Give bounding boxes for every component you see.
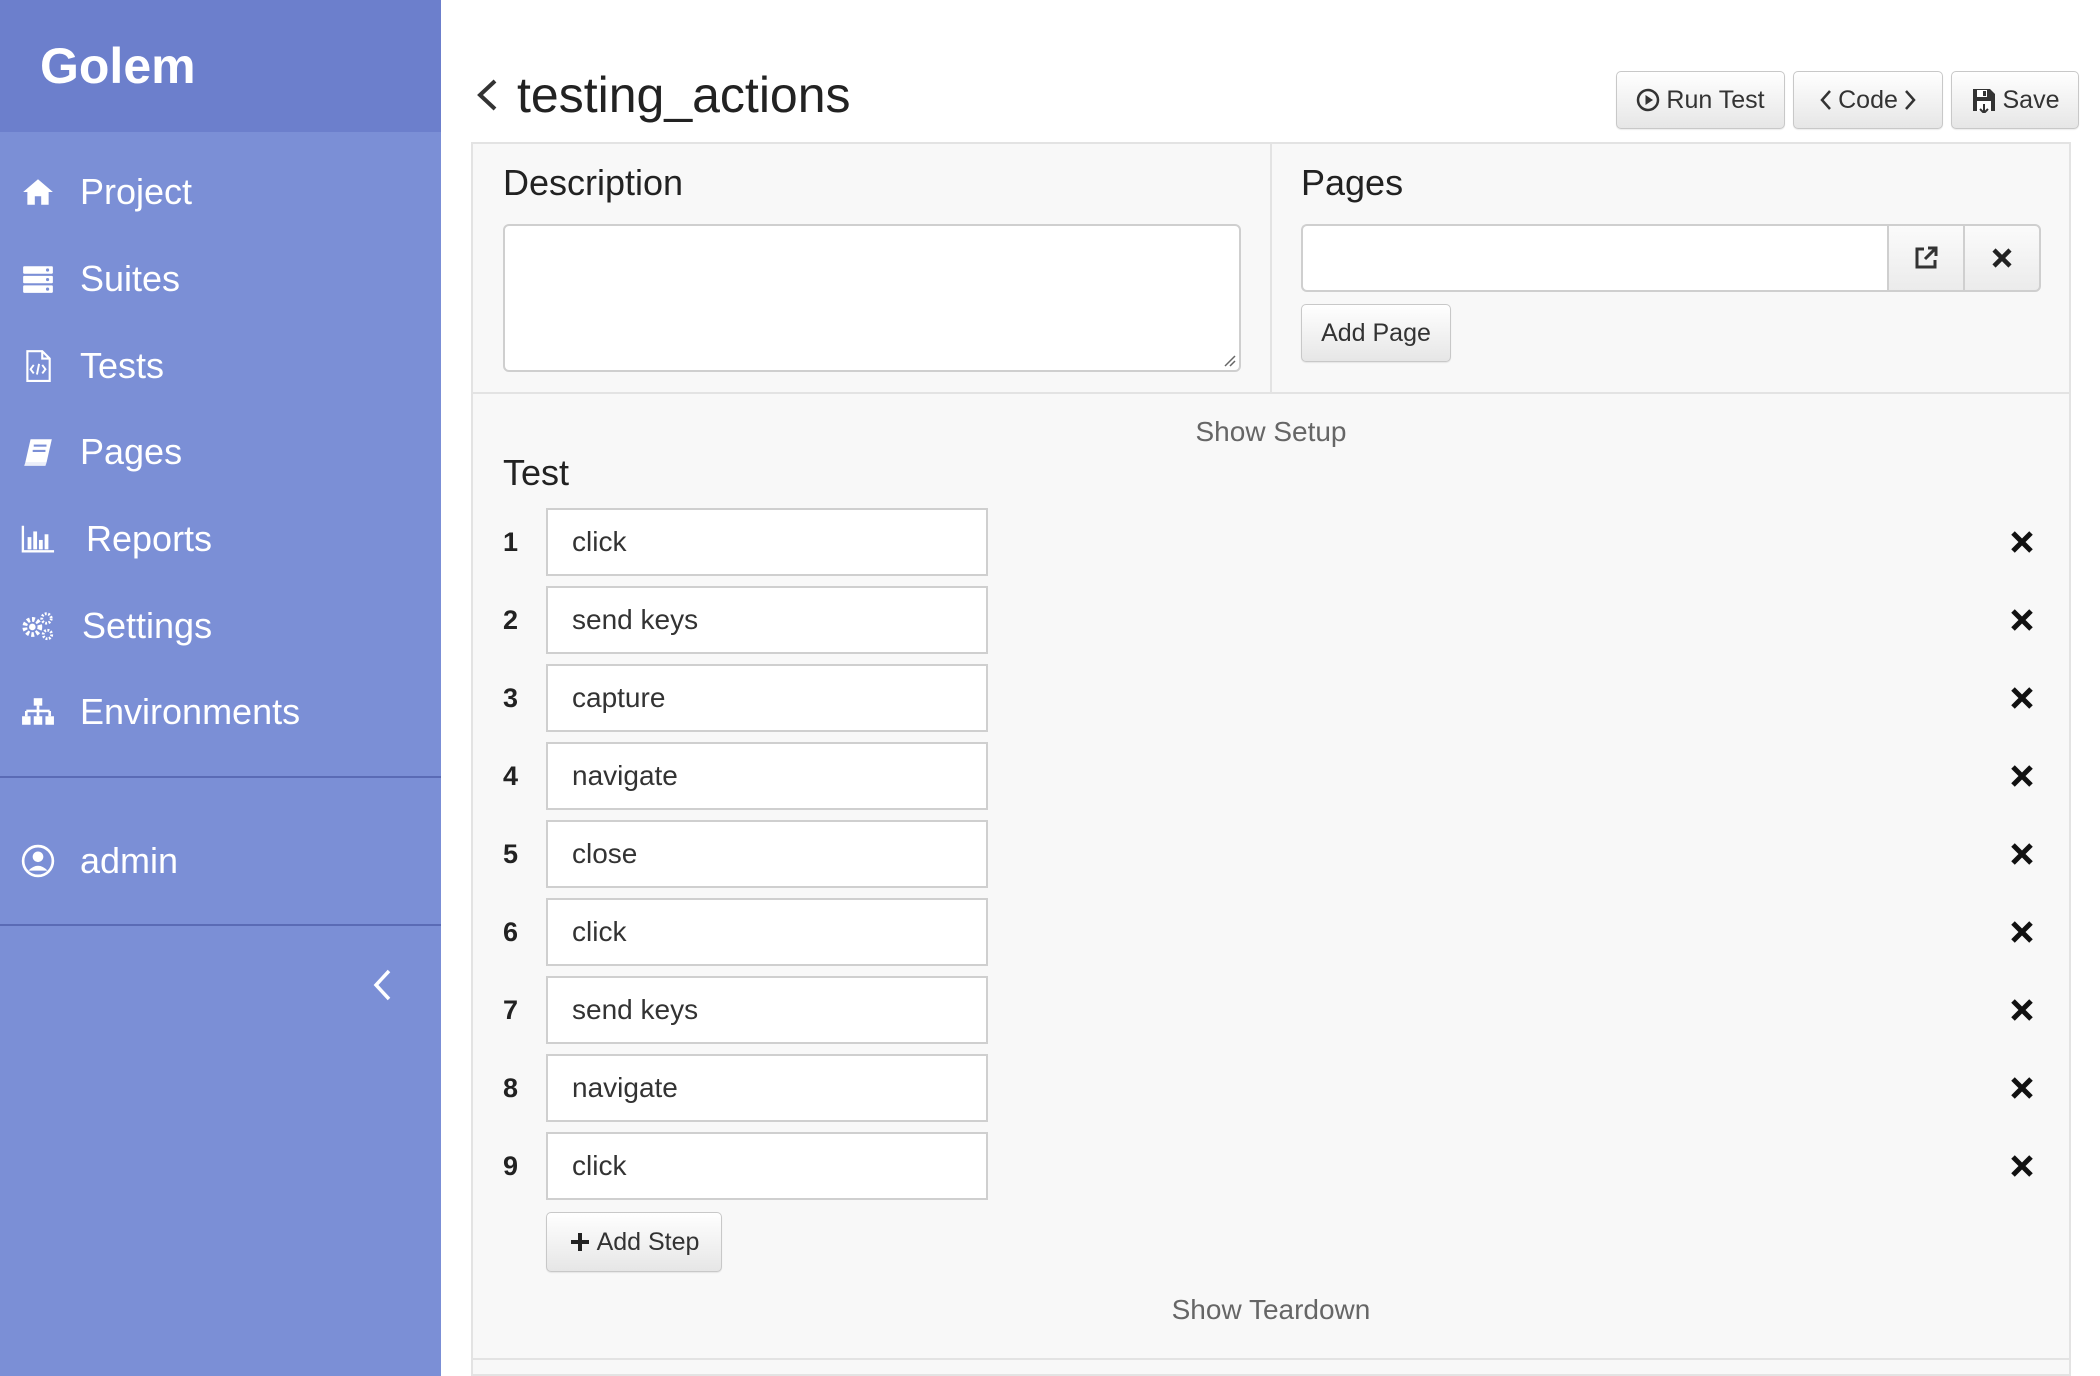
delete-step-icon[interactable] [2008, 918, 2036, 946]
step-number: 2 [503, 605, 519, 635]
sidebar-item-label: Suites [80, 258, 181, 299]
sidebar-item-label: Pages [80, 431, 183, 472]
step-action-input[interactable]: navigate [546, 742, 988, 810]
step-action-input[interactable]: capture [546, 664, 988, 732]
code-label: Code [1838, 85, 1898, 114]
sidebar-item-user[interactable]: admin [0, 831, 441, 891]
bar-chart-icon [18, 519, 58, 559]
sidebar-item-suites[interactable]: Suites [0, 249, 441, 309]
step-number: 3 [503, 683, 519, 713]
user-circle-icon [18, 841, 58, 881]
delete-step-icon[interactable] [2008, 684, 2036, 712]
sidebar-item-label: Reports [86, 518, 213, 559]
open-page-button[interactable] [1887, 224, 1965, 292]
play-circle-icon [1637, 88, 1660, 112]
description-title: Description [503, 162, 684, 203]
page-input[interactable] [1301, 224, 1887, 292]
show-teardown-link[interactable]: Show Teardown [473, 1294, 2069, 1326]
collapse-sidebar-button[interactable] [360, 960, 404, 1010]
add-page-button[interactable]: Add Page [1301, 304, 1451, 362]
book-icon [18, 432, 58, 472]
step-action-input[interactable]: close [546, 820, 988, 888]
step-action-input[interactable]: click [546, 1132, 988, 1200]
main-content: testing_actions Run Test Code Save Descr… [441, 0, 2100, 1376]
step-number: 1 [503, 527, 519, 557]
add-step-label: Add Step [596, 1227, 700, 1256]
sidebar-item-label: Tests [80, 345, 165, 386]
code-button[interactable]: Code [1793, 71, 1943, 129]
plus-icon [570, 1233, 589, 1251]
step-number: 5 [503, 839, 519, 869]
sidebar-item-pages[interactable]: Pages [0, 422, 441, 482]
add-step-button[interactable]: Add Step [546, 1212, 722, 1272]
page-header: testing_actions [471, 66, 851, 124]
remove-page-button[interactable] [1963, 224, 2041, 292]
run-test-button[interactable]: Run Test [1616, 71, 1785, 129]
delete-step-icon[interactable] [2008, 1152, 2036, 1180]
sidebar-item-reports[interactable]: Reports [0, 509, 441, 569]
file-code-icon [18, 346, 58, 386]
pages-title: Pages [1301, 162, 1404, 203]
chevron-left-icon [1820, 90, 1832, 110]
step-number: 6 [503, 917, 519, 947]
sidebar-item-settings[interactable]: Settings [0, 596, 441, 656]
run-test-label: Run Test [1666, 85, 1765, 114]
chevron-right-icon [1904, 90, 1916, 110]
sidebar-divider [0, 924, 441, 926]
step-number: 4 [503, 761, 519, 791]
sidebar-divider [0, 776, 441, 778]
sidebar-item-tests[interactable]: Tests [0, 336, 441, 396]
step-number: 8 [503, 1073, 519, 1103]
suites-icon [18, 259, 58, 299]
save-icon [1972, 89, 1995, 113]
close-icon [1992, 248, 2012, 268]
sidebar-item-environments[interactable]: Environments [0, 682, 441, 742]
step-number: 9 [503, 1151, 519, 1181]
resize-grip-icon[interactable] [1221, 352, 1237, 368]
back-chevron-icon[interactable] [471, 75, 503, 115]
panel-divider [1270, 144, 1272, 392]
save-label: Save [2002, 85, 2060, 114]
gears-icon [18, 606, 58, 646]
show-setup-link[interactable]: Show Setup [473, 416, 2069, 448]
step-action-input[interactable]: send keys [546, 976, 988, 1044]
sidebar-item-label: Project [80, 171, 193, 212]
delete-step-icon[interactable] [2008, 996, 2036, 1024]
panel-divider [473, 392, 2069, 394]
step-action-input[interactable]: click [546, 898, 988, 966]
external-link-icon [1915, 246, 1938, 269]
sitemap-icon [18, 692, 58, 732]
sidebar-item-project[interactable]: Project [0, 162, 441, 222]
delete-step-icon[interactable] [2008, 528, 2036, 556]
step-number: 7 [503, 995, 519, 1025]
chevron-left-icon [373, 969, 391, 1001]
sidebar-item-label: Settings [82, 605, 213, 646]
sidebar-item-label: Environments [80, 691, 301, 732]
sidebar-item-label: admin [80, 840, 179, 881]
home-icon [18, 172, 58, 212]
sidebar: Golem Project Suites Tests Pages Reports [0, 0, 441, 1376]
brand-logo[interactable]: Golem [0, 0, 441, 132]
save-button[interactable]: Save [1951, 71, 2079, 129]
delete-step-icon[interactable] [2008, 606, 2036, 634]
description-textarea[interactable] [503, 224, 1241, 372]
delete-step-icon[interactable] [2008, 840, 2036, 868]
step-action-input[interactable]: send keys [546, 586, 988, 654]
delete-step-icon[interactable] [2008, 762, 2036, 790]
test-title: Test [503, 452, 570, 493]
step-action-input[interactable]: click [546, 508, 988, 576]
step-action-input[interactable]: navigate [546, 1054, 988, 1122]
test-editor-panel: Description Pages Add Page Show Setup Te… [471, 142, 2071, 1376]
page-title: testing_actions [517, 67, 851, 123]
delete-step-icon[interactable] [2008, 1074, 2036, 1102]
panel-divider [473, 1358, 2069, 1360]
